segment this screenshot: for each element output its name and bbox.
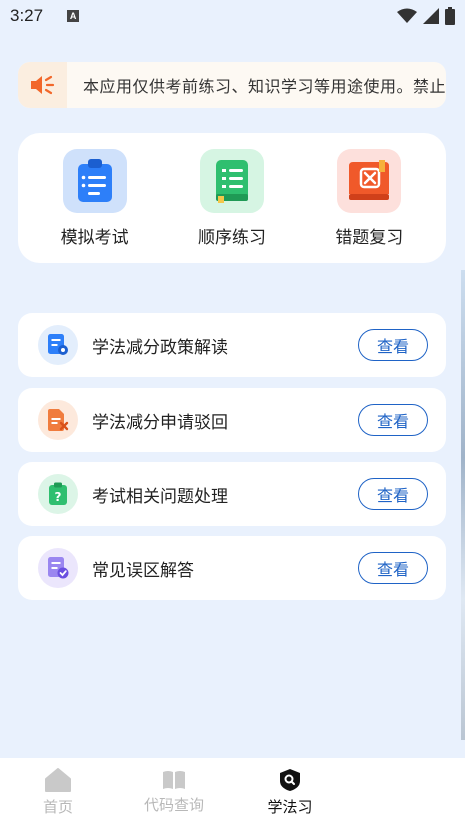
view-button[interactable]: 查看	[358, 329, 428, 361]
status-time: 3:27	[10, 6, 44, 25]
question-clipboard-icon: ?	[38, 474, 78, 514]
status-bar: 3:27 A	[0, 0, 465, 32]
list-item-policy[interactable]: 学法减分政策解读 查看	[18, 313, 446, 377]
feature-wrong-review[interactable]: 错题复习	[309, 148, 429, 248]
feature-label: 顺序练习	[197, 227, 266, 248]
policy-doc-icon	[38, 325, 78, 365]
list-item-title: 学法减分申请驳回	[92, 412, 228, 433]
book-icon	[163, 770, 185, 789]
battery-icon	[445, 7, 455, 25]
notebook-icon	[199, 148, 264, 213]
list-item-rejected[interactable]: 学法减分申请驳回 查看	[18, 388, 446, 452]
notice-banner[interactable]: 本应用仅供考前练习、知识学习等用途使用。禁止	[18, 62, 446, 108]
list-item-misconceptions[interactable]: 常见误区解答 查看	[18, 536, 446, 600]
edge-decoration	[461, 270, 465, 740]
feature-label: 模拟考试	[60, 227, 129, 248]
list-item-title: 常见误区解答	[92, 560, 194, 581]
view-button[interactable]: 查看	[358, 552, 428, 584]
feature-label: 错题复习	[335, 227, 404, 248]
check-doc-icon	[38, 548, 78, 588]
status-icons	[397, 7, 455, 25]
home-icon	[45, 767, 71, 792]
rejected-doc-icon	[38, 400, 78, 440]
speaker-icon	[18, 62, 67, 108]
tab-label: 学法习	[267, 797, 313, 816]
notification-a-icon: A	[67, 10, 80, 22]
search-badge-icon	[280, 768, 300, 791]
features-card: 模拟考试 顺序练习 错题复习	[18, 133, 446, 263]
tab-label: 代码查询	[143, 795, 204, 814]
feature-mock-exam[interactable]: 模拟考试	[35, 148, 155, 248]
notice-text: 本应用仅供考前练习、知识学习等用途使用。禁止	[82, 77, 446, 96]
svg-text:?: ?	[55, 490, 62, 504]
tab-home[interactable]: 首页	[0, 758, 116, 826]
view-button[interactable]: 查看	[358, 404, 428, 436]
wrong-book-icon	[337, 148, 402, 213]
signal-icon	[423, 8, 439, 24]
tab-bar-fade	[315, 758, 465, 826]
list-item-title: 学法减分政策解读	[92, 337, 228, 358]
feature-sequential-practice[interactable]: 顺序练习	[172, 148, 292, 248]
list-item-exam-issues[interactable]: ? 考试相关问题处理 查看	[18, 462, 446, 526]
tab-label: 首页	[42, 797, 73, 816]
clipboard-icon	[62, 148, 127, 213]
view-button[interactable]: 查看	[358, 478, 428, 510]
list-item-title: 考试相关问题处理	[92, 486, 228, 507]
wifi-icon	[397, 8, 417, 23]
tab-code-query[interactable]: 代码查询	[116, 758, 232, 826]
